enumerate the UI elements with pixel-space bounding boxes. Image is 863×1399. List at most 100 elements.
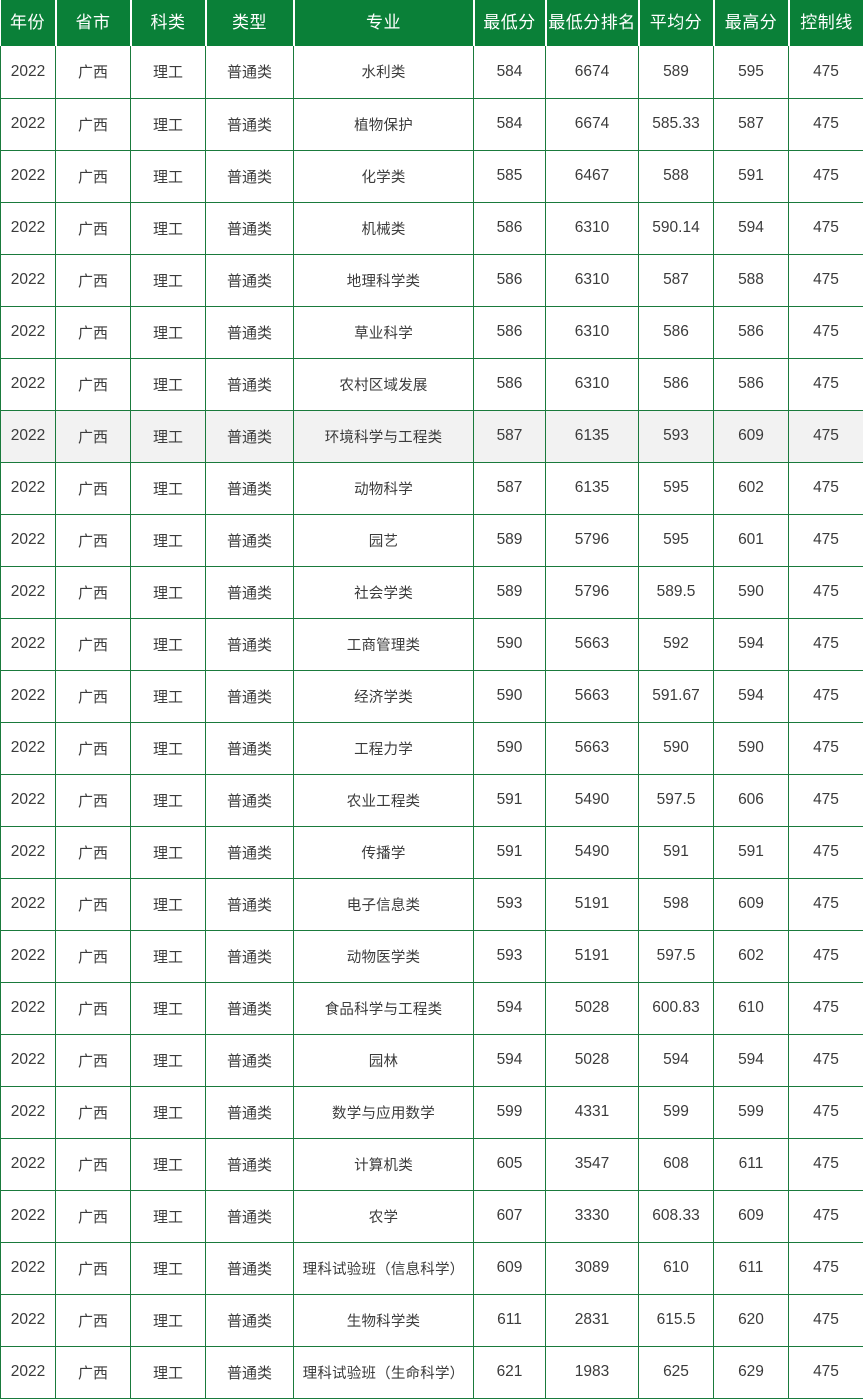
- cell-year: 2022: [1, 826, 56, 878]
- column-header-min-rank[interactable]: 最低分排名: [546, 0, 639, 46]
- table-row[interactable]: 2022广西理工普通类化学类5856467588591475: [1, 150, 863, 202]
- cell-prov: 广西: [56, 566, 131, 618]
- table-row[interactable]: 2022广西理工普通类农村区域发展5866310586586475: [1, 358, 863, 410]
- cell-max: 609: [714, 410, 789, 462]
- cell-type: 普通类: [206, 878, 294, 930]
- table-row[interactable]: 2022广西理工普通类工商管理类5905663592594475: [1, 618, 863, 670]
- admission-scores-table: 年份 省市 科类 类型 专业 最低分 最低分排名 平均分 最高分 控制线 202…: [0, 0, 863, 1399]
- cell-min: 593: [474, 930, 546, 982]
- table-row[interactable]: 2022广西理工普通类机械类5866310590.14594475: [1, 202, 863, 254]
- column-header-major[interactable]: 专业: [294, 0, 474, 46]
- table-row[interactable]: 2022广西理工普通类传播学5915490591591475: [1, 826, 863, 878]
- cell-subj: 理工: [131, 774, 206, 826]
- table-row[interactable]: 2022广西理工普通类经济学类5905663591.67594475: [1, 670, 863, 722]
- table-row[interactable]: 2022广西理工普通类理科试验班（信息科学）6093089610611475: [1, 1242, 863, 1294]
- cell-min: 594: [474, 982, 546, 1034]
- column-header-year[interactable]: 年份: [1, 0, 56, 46]
- cell-avg: 593: [639, 410, 714, 462]
- cell-subj: 理工: [131, 1034, 206, 1086]
- cell-type: 普通类: [206, 670, 294, 722]
- cell-prov: 广西: [56, 774, 131, 826]
- cell-major: 动物科学: [294, 462, 474, 514]
- table-row[interactable]: 2022广西理工普通类水利类5846674589595475: [1, 46, 863, 98]
- cell-line: 475: [789, 1190, 863, 1242]
- table-row[interactable]: 2022广西理工普通类园艺5895796595601475: [1, 514, 863, 566]
- column-header-control-line[interactable]: 控制线: [789, 0, 863, 46]
- cell-subj: 理工: [131, 826, 206, 878]
- cell-subj: 理工: [131, 514, 206, 566]
- cell-avg: 615.5: [639, 1294, 714, 1346]
- cell-min: 586: [474, 306, 546, 358]
- cell-line: 475: [789, 306, 863, 358]
- cell-major: 生物科学类: [294, 1294, 474, 1346]
- cell-avg: 586: [639, 306, 714, 358]
- table-row[interactable]: 2022广西理工普通类计算机类6053547608611475: [1, 1138, 863, 1190]
- table-row[interactable]: 2022广西理工普通类工程力学5905663590590475: [1, 722, 863, 774]
- table-row[interactable]: 2022广西理工普通类电子信息类5935191598609475: [1, 878, 863, 930]
- cell-prov: 广西: [56, 410, 131, 462]
- cell-prov: 广西: [56, 1086, 131, 1138]
- cell-max: 587: [714, 98, 789, 150]
- cell-subj: 理工: [131, 410, 206, 462]
- cell-year: 2022: [1, 358, 56, 410]
- column-header-min-score[interactable]: 最低分: [474, 0, 546, 46]
- cell-major: 经济学类: [294, 670, 474, 722]
- table-row[interactable]: 2022广西理工普通类动物医学类5935191597.5602475: [1, 930, 863, 982]
- cell-min: 584: [474, 98, 546, 150]
- cell-line: 475: [789, 46, 863, 98]
- cell-avg: 589.5: [639, 566, 714, 618]
- column-header-province[interactable]: 省市: [56, 0, 131, 46]
- cell-prov: 广西: [56, 358, 131, 410]
- cell-subj: 理工: [131, 566, 206, 618]
- column-header-max-score[interactable]: 最高分: [714, 0, 789, 46]
- table-row[interactable]: 2022广西理工普通类社会学类5895796589.5590475: [1, 566, 863, 618]
- cell-prov: 广西: [56, 1034, 131, 1086]
- table-row[interactable]: 2022广西理工普通类地理科学类5866310587588475: [1, 254, 863, 306]
- table-header: 年份 省市 科类 类型 专业 最低分 最低分排名 平均分 最高分 控制线: [1, 0, 863, 46]
- cell-max: 610: [714, 982, 789, 1034]
- cell-line: 475: [789, 774, 863, 826]
- table-row[interactable]: 2022广西理工普通类动物科学5876135595602475: [1, 462, 863, 514]
- table-row[interactable]: 2022广西理工普通类草业科学5866310586586475: [1, 306, 863, 358]
- cell-type: 普通类: [206, 1294, 294, 1346]
- table-row[interactable]: 2022广西理工普通类数学与应用数学5994331599599475: [1, 1086, 863, 1138]
- cell-rank: 5028: [546, 1034, 639, 1086]
- table-row[interactable]: 2022广西理工普通类理科试验班（生命科学）6211983625629475: [1, 1346, 863, 1398]
- column-header-type[interactable]: 类型: [206, 0, 294, 46]
- cell-year: 2022: [1, 1190, 56, 1242]
- cell-line: 475: [789, 1242, 863, 1294]
- cell-min: 590: [474, 618, 546, 670]
- cell-major: 园艺: [294, 514, 474, 566]
- cell-min: 593: [474, 878, 546, 930]
- cell-year: 2022: [1, 982, 56, 1034]
- column-header-avg-score[interactable]: 平均分: [639, 0, 714, 46]
- cell-prov: 广西: [56, 1242, 131, 1294]
- cell-year: 2022: [1, 774, 56, 826]
- cell-prov: 广西: [56, 826, 131, 878]
- cell-avg: 586: [639, 358, 714, 410]
- cell-subj: 理工: [131, 150, 206, 202]
- table-row[interactable]: 2022广西理工普通类环境科学与工程类5876135593609475: [1, 410, 863, 462]
- cell-avg: 597.5: [639, 930, 714, 982]
- cell-subj: 理工: [131, 462, 206, 514]
- column-header-subject[interactable]: 科类: [131, 0, 206, 46]
- cell-major: 理科试验班（生命科学）: [294, 1346, 474, 1398]
- cell-prov: 广西: [56, 462, 131, 514]
- table-row[interactable]: 2022广西理工普通类植物保护5846674585.33587475: [1, 98, 863, 150]
- cell-type: 普通类: [206, 826, 294, 878]
- table-row[interactable]: 2022广西理工普通类农学6073330608.33609475: [1, 1190, 863, 1242]
- cell-max: 601: [714, 514, 789, 566]
- cell-line: 475: [789, 930, 863, 982]
- table-row[interactable]: 2022广西理工普通类园林5945028594594475: [1, 1034, 863, 1086]
- cell-type: 普通类: [206, 46, 294, 98]
- cell-line: 475: [789, 1346, 863, 1398]
- table-row[interactable]: 2022广西理工普通类生物科学类6112831615.5620475: [1, 1294, 863, 1346]
- table-row[interactable]: 2022广西理工普通类农业工程类5915490597.5606475: [1, 774, 863, 826]
- table-row[interactable]: 2022广西理工普通类食品科学与工程类5945028600.83610475: [1, 982, 863, 1034]
- cell-subj: 理工: [131, 98, 206, 150]
- cell-min: 584: [474, 46, 546, 98]
- cell-min: 589: [474, 514, 546, 566]
- cell-year: 2022: [1, 722, 56, 774]
- cell-prov: 广西: [56, 1190, 131, 1242]
- cell-type: 普通类: [206, 982, 294, 1034]
